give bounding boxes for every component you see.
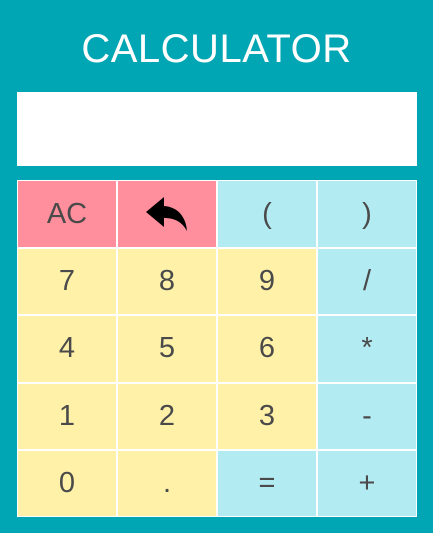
open-paren-button[interactable]: ( xyxy=(218,181,316,247)
multiply-button[interactable]: * xyxy=(318,316,416,382)
digit-7-button[interactable]: 7 xyxy=(18,249,116,315)
digit-5-button[interactable]: 5 xyxy=(118,316,216,382)
digit-2-button[interactable]: 2 xyxy=(118,383,216,449)
digit-1-button[interactable]: 1 xyxy=(18,383,116,449)
divide-button[interactable]: / xyxy=(318,249,416,315)
close-paren-button[interactable]: ) xyxy=(318,181,416,247)
display-field[interactable] xyxy=(17,92,417,166)
calculator-app: CALCULATOR AC ( ) 7 8 9 / 4 5 6 * 1 2 3 … xyxy=(0,0,433,533)
decimal-button[interactable]: . xyxy=(118,450,216,516)
subtract-button[interactable]: - xyxy=(318,383,416,449)
digit-3-button[interactable]: 3 xyxy=(218,383,316,449)
digit-6-button[interactable]: 6 xyxy=(218,316,316,382)
add-button[interactable]: + xyxy=(318,450,416,516)
digit-0-button[interactable]: 0 xyxy=(18,450,116,516)
app-title: CALCULATOR xyxy=(81,27,352,71)
digit-8-button[interactable]: 8 xyxy=(118,249,216,315)
digit-4-button[interactable]: 4 xyxy=(18,316,116,382)
undo-arrow-icon xyxy=(146,197,187,231)
keypad: AC ( ) 7 8 9 / 4 5 6 * 1 2 3 - 0 . = + xyxy=(17,180,417,517)
equals-button[interactable]: = xyxy=(218,450,316,516)
clear-button[interactable]: AC xyxy=(18,181,116,247)
digit-9-button[interactable]: 9 xyxy=(218,249,316,315)
backspace-button[interactable] xyxy=(118,181,216,247)
